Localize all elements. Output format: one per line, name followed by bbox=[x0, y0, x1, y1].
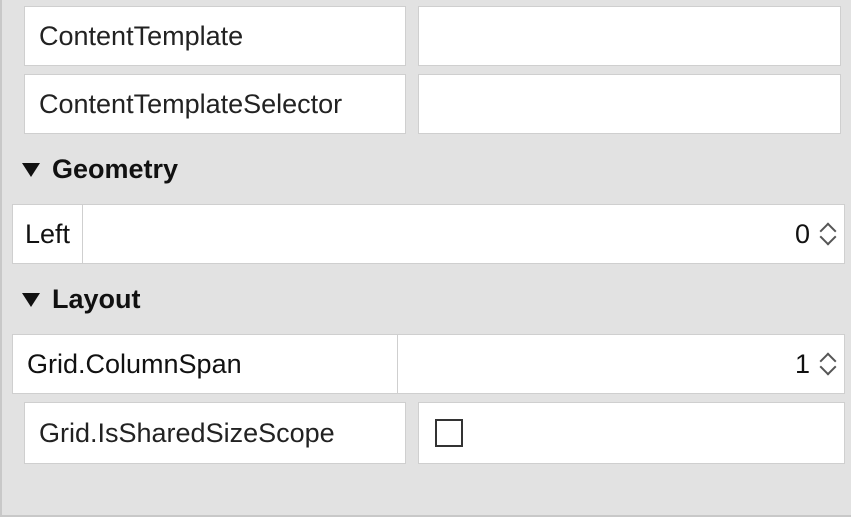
category-title: Layout bbox=[52, 284, 141, 315]
property-name: ContentTemplateSelector bbox=[24, 74, 406, 134]
spin-down-icon[interactable] bbox=[820, 235, 838, 247]
property-value-editor[interactable] bbox=[418, 402, 845, 464]
property-name: Grid.ColumnSpan bbox=[12, 334, 397, 394]
numeric-value[interactable]: 1 bbox=[398, 335, 818, 393]
category-header-layout[interactable]: Layout bbox=[2, 268, 851, 330]
spin-down-icon[interactable] bbox=[820, 365, 838, 377]
property-grid: ContentTemplate ContentTemplateSelector … bbox=[0, 0, 851, 517]
property-row: Left 0 bbox=[2, 200, 851, 268]
property-name: Left bbox=[12, 204, 82, 264]
numeric-editor[interactable]: 1 bbox=[397, 334, 845, 394]
spinner bbox=[818, 335, 844, 393]
property-row: ContentTemplate bbox=[2, 2, 851, 70]
property-row: ContentTemplateSelector bbox=[2, 70, 851, 138]
spinner bbox=[818, 205, 844, 263]
category-header-geometry[interactable]: Geometry bbox=[2, 138, 851, 200]
property-name: Grid.IsSharedSizeScope bbox=[24, 402, 406, 464]
numeric-value[interactable]: 0 bbox=[83, 205, 818, 263]
collapse-icon bbox=[22, 293, 40, 307]
category-title: Geometry bbox=[52, 154, 178, 185]
property-row: Grid.ColumnSpan 1 bbox=[2, 330, 851, 398]
property-value-editor[interactable] bbox=[418, 74, 841, 134]
property-name: ContentTemplate bbox=[24, 6, 406, 66]
property-row: Grid.IsSharedSizeScope bbox=[2, 398, 851, 470]
property-value-editor[interactable] bbox=[418, 6, 841, 66]
collapse-icon bbox=[22, 163, 40, 177]
checkbox[interactable] bbox=[435, 419, 463, 447]
numeric-editor[interactable]: 0 bbox=[82, 204, 845, 264]
